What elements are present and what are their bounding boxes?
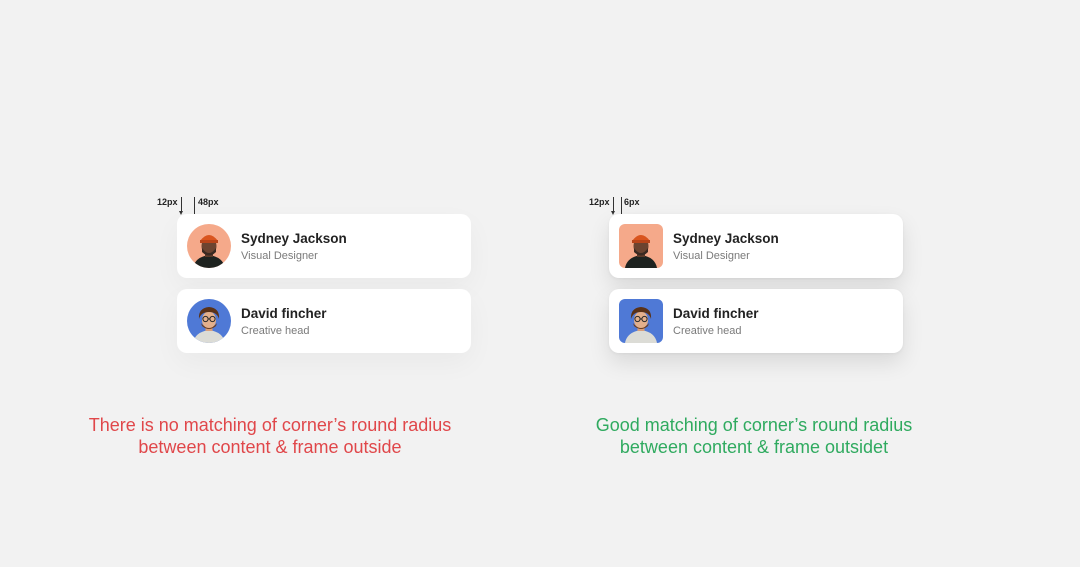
- person-role: Visual Designer: [241, 250, 318, 262]
- person-name: David fincher: [241, 306, 327, 321]
- avatar: [187, 299, 231, 343]
- bad-example-panel: 12px 48px Sydney Jackson Visual Designer: [0, 0, 540, 567]
- person-name: Sydney Jackson: [241, 231, 347, 246]
- padding-dimension-label: 12px: [589, 197, 610, 207]
- padding-dimension-line: [181, 197, 182, 211]
- padding-dimension-line: [613, 197, 614, 211]
- good-example-caption: Good matching of corner’s round radius b…: [484, 414, 1024, 458]
- person-portrait-icon: [187, 299, 231, 343]
- caption-line: There is no matching of corner’s round r…: [88, 415, 452, 435]
- profile-card[interactable]: Sydney Jackson Visual Designer: [177, 214, 471, 278]
- caption-line: between content & frame outsidet: [619, 437, 889, 457]
- person-portrait-icon: [187, 224, 231, 268]
- person-portrait-icon: [619, 224, 663, 268]
- avatar: [619, 299, 663, 343]
- person-role: Creative head: [673, 325, 742, 337]
- radius-dimension-label: 6px: [624, 197, 640, 207]
- avatar: [619, 224, 663, 268]
- radius-dimension-label: 48px: [198, 197, 219, 207]
- person-name: Sydney Jackson: [673, 231, 779, 246]
- profile-card[interactable]: Sydney Jackson Visual Designer: [609, 214, 903, 278]
- good-example-panel: 12px 6px Sydney Jackson Visual Designer: [540, 0, 1080, 567]
- person-role: Visual Designer: [673, 250, 750, 262]
- padding-dimension-label: 12px: [157, 197, 178, 207]
- caption-line: between content & frame outside: [138, 437, 402, 457]
- bad-example-caption: There is no matching of corner’s round r…: [0, 414, 540, 458]
- person-name: David fincher: [673, 306, 759, 321]
- person-portrait-icon: [619, 299, 663, 343]
- profile-card[interactable]: David fincher Creative head: [609, 289, 903, 353]
- avatar: [187, 224, 231, 268]
- caption-line: Good matching of corner’s round radius: [595, 415, 913, 435]
- person-role: Creative head: [241, 325, 310, 337]
- profile-card[interactable]: David fincher Creative head: [177, 289, 471, 353]
